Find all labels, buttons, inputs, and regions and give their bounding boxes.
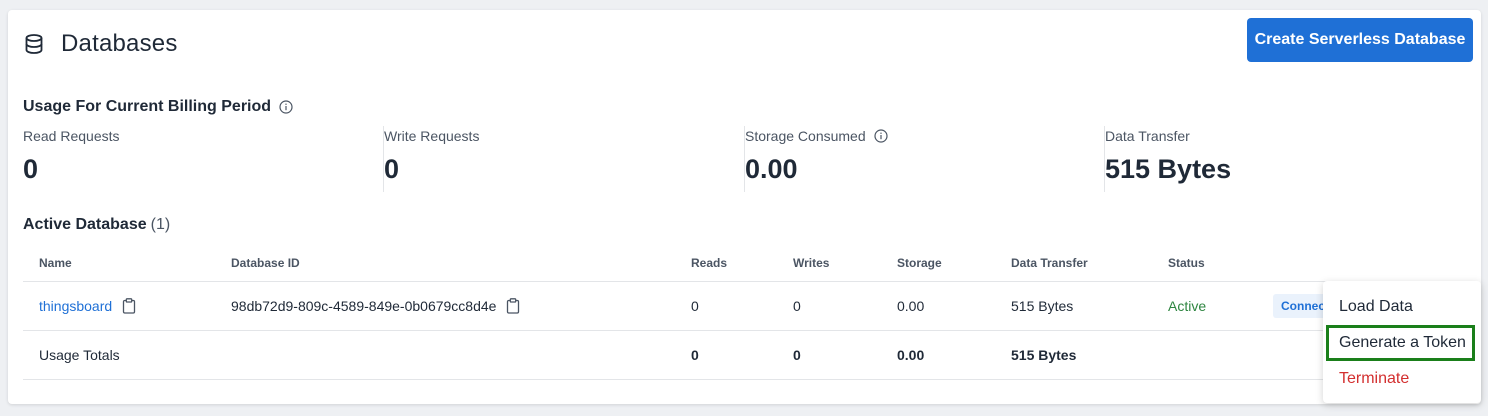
usage-section-title: Usage For Current Billing Period	[23, 98, 293, 116]
column-header-database-id[interactable]: Database ID	[231, 245, 300, 281]
column-header-name[interactable]: Name	[39, 245, 72, 281]
column-header-writes[interactable]: Writes	[793, 245, 829, 281]
writes-cell: 0	[793, 298, 801, 314]
create-serverless-database-button[interactable]: Create Serverless Database	[1247, 18, 1473, 62]
metric-read-requests: Read Requests 0	[23, 126, 383, 192]
metric-label: Write Requests	[384, 128, 480, 144]
page-header: Databases	[23, 30, 178, 58]
menu-item-terminate[interactable]: Terminate	[1323, 361, 1481, 397]
metric-value: 0	[384, 154, 400, 184]
totals-storage: 0.00	[897, 347, 925, 363]
menu-item-generate-token[interactable]: Generate a Token	[1326, 325, 1475, 361]
info-icon[interactable]	[874, 129, 888, 143]
totals-reads: 0	[691, 347, 699, 363]
metric-value: 0	[23, 154, 39, 184]
database-icon	[23, 33, 45, 55]
database-name-link[interactable]: thingsboard	[39, 298, 112, 314]
table-header-row: Name Database ID Reads Writes Storage Da…	[23, 245, 1473, 282]
column-header-reads[interactable]: Reads	[691, 245, 727, 281]
metric-label: Storage Consumed	[745, 126, 1104, 146]
totals-label: Usage Totals	[39, 347, 120, 363]
database-name-cell: thingsboard	[39, 282, 136, 330]
metric-storage-consumed: Storage Consumed 0.00	[744, 126, 1104, 192]
metric-data-transfer: Data Transfer 515 Bytes	[1104, 126, 1463, 192]
column-header-storage[interactable]: Storage	[897, 245, 942, 281]
column-header-data-transfer[interactable]: Data Transfer	[1011, 245, 1088, 281]
info-icon[interactable]	[279, 100, 293, 114]
usage-title-text: Usage For Current Billing Period	[23, 98, 272, 115]
totals-writes: 0	[793, 347, 801, 363]
databases-card: Databases Create Serverless Database Usa…	[8, 10, 1481, 404]
page-title: Databases	[61, 30, 178, 57]
menu-item-load-data[interactable]: Load Data	[1323, 289, 1481, 325]
totals-data-transfer: 515 Bytes	[1011, 347, 1077, 363]
metric-write-requests: Write Requests 0	[383, 126, 744, 192]
data-transfer-cell: 515 Bytes	[1011, 298, 1074, 314]
status-badge: Active	[1168, 298, 1207, 314]
copy-icon[interactable]	[506, 298, 520, 314]
database-actions-menu: Load Data Generate a Token Terminate	[1323, 281, 1481, 403]
metric-label-text: Storage Consumed	[745, 128, 866, 144]
copy-icon[interactable]	[122, 298, 136, 314]
reads-cell: 0	[691, 298, 699, 314]
totals-row: Usage Totals 0 0 0.00 515 Bytes	[23, 331, 1473, 380]
metric-value: 0.00	[745, 154, 798, 184]
active-database-title: Active Database (1)	[23, 216, 170, 234]
database-id-value: 98db72d9-809c-4589-849e-0b0679cc8d4e	[231, 298, 497, 314]
metric-label: Data Transfer	[1105, 128, 1190, 144]
storage-cell: 0.00	[897, 298, 925, 314]
active-database-title-text: Active Database	[23, 216, 147, 233]
active-database-count: (1)	[150, 216, 171, 233]
metric-label: Read Requests	[23, 128, 120, 144]
database-table: Name Database ID Reads Writes Storage Da…	[23, 245, 1473, 380]
database-id-cell: 98db72d9-809c-4589-849e-0b0679cc8d4e	[231, 282, 520, 330]
usage-metrics: Read Requests 0 Write Requests 0 Storage…	[23, 126, 1463, 192]
table-row: thingsboard 98db72d9-809c-4589-849e-0b06…	[23, 282, 1473, 331]
column-header-status[interactable]: Status	[1168, 245, 1205, 281]
metric-value: 515 Bytes	[1105, 154, 1232, 184]
